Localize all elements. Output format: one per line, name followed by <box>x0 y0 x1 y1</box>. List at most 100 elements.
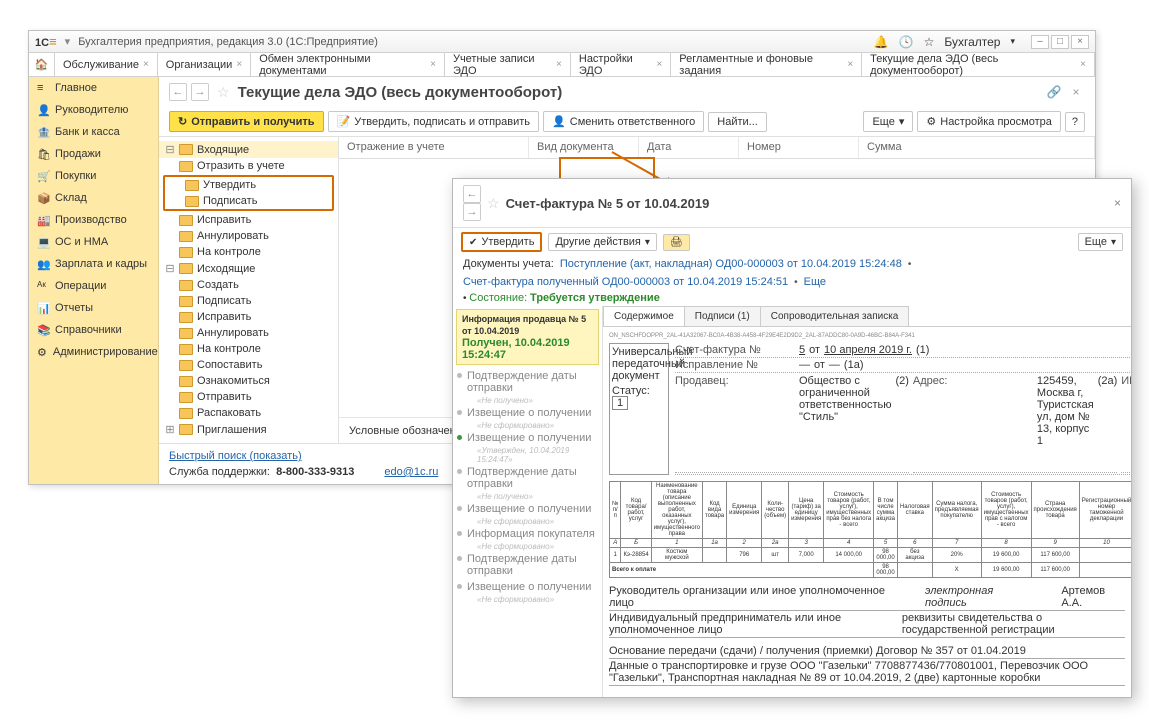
maximize-button[interactable]: □ <box>1051 35 1069 49</box>
sidebar-item[interactable]: 💻ОС и НМА <box>29 231 158 253</box>
sidebar-item[interactable]: AкОперации <box>29 275 158 297</box>
support-email[interactable]: edo@1c.ru <box>384 466 438 478</box>
tab-3[interactable]: Обмен электронными документами× <box>251 53 445 76</box>
approve-button[interactable]: ✔ Утвердить <box>461 232 542 252</box>
more-button[interactable]: Еще ▾ <box>863 111 913 132</box>
folder-icon <box>179 231 193 242</box>
grid-col[interactable]: Вид документа <box>529 137 639 158</box>
other-actions-button[interactable]: Другие действия ▾ <box>548 233 656 251</box>
help-button[interactable]: ? <box>1065 112 1085 132</box>
sidebar-item[interactable]: 🛒Покупки <box>29 165 158 187</box>
change-responsible-button[interactable]: 👤 Сменить ответственного <box>543 111 704 132</box>
doc-link-2[interactable]: Счет-фактура полученный ОД00-000003 от 1… <box>463 276 788 288</box>
view-settings-button[interactable]: ⚙ Настройка просмотра <box>917 111 1061 132</box>
tree-item[interactable]: Сопоставить <box>159 357 338 373</box>
tree-item[interactable]: Ознакомиться <box>159 373 338 389</box>
sidebar-item[interactable]: 📦Склад <box>29 187 158 209</box>
tree-outgoing[interactable]: ⊟Исходящие <box>159 260 338 277</box>
doc-tree-item[interactable]: Подтверждение даты отправки <box>453 551 602 579</box>
doc-tree-item[interactable]: Извещение о получении <box>453 579 602 595</box>
user-label[interactable]: Бухгалтер <box>944 35 1000 49</box>
doc-tree-item[interactable]: Подтверждение даты отправки <box>453 464 602 492</box>
tab-4[interactable]: Учетные записи ЭДО× <box>445 53 571 76</box>
doc-more-link[interactable]: Еще <box>804 276 826 288</box>
close-button[interactable]: × <box>1071 35 1089 49</box>
favorite-icon[interactable]: ☆ <box>487 195 500 212</box>
tree-item[interactable]: ⊞Приглашения <box>159 421 338 438</box>
find-button[interactable]: Найти... <box>708 112 767 132</box>
doc-tab-content[interactable]: Содержимое <box>603 306 685 326</box>
sidebar-item[interactable]: ⚙Администрирование <box>29 341 158 363</box>
back-button[interactable]: ← <box>169 83 187 101</box>
tab-7[interactable]: Текущие дела ЭДО (весь документооборот)× <box>862 53 1095 76</box>
doc-tab-note[interactable]: Сопроводительная записка <box>760 306 910 326</box>
sidebar: ≡Главное 👤Руководителю 🏦Банк и касса 🛍Пр… <box>29 77 159 484</box>
sidebar-item[interactable]: 📚Справочники <box>29 319 158 341</box>
print-button[interactable]: 🖨 <box>663 234 690 251</box>
minimize-button[interactable]: – <box>1031 35 1049 49</box>
doc-link-1[interactable]: Поступление (акт, накладная) ОД00-000003… <box>560 258 902 270</box>
doc-tree-item[interactable]: Извещение о получении <box>453 501 602 517</box>
close-icon[interactable]: × <box>1114 196 1121 210</box>
close-icon[interactable]: × <box>1080 59 1086 70</box>
doc-tab-signatures[interactable]: Подписи (1) <box>684 306 761 326</box>
sidebar-item[interactable]: 🛍Продажи <box>29 143 158 165</box>
tree-incoming[interactable]: ⊟Входящие <box>159 141 338 158</box>
approve-sign-send-button[interactable]: 📝 Утвердить, подписать и отправить <box>328 111 540 132</box>
tree-item-sign[interactable]: Подписать <box>165 193 332 209</box>
tree-item[interactable]: На контроле <box>159 244 338 260</box>
forward-button[interactable]: → <box>463 203 481 221</box>
tree-item[interactable]: Создать <box>159 277 338 293</box>
grid-col[interactable]: Отражение в учете <box>339 137 529 158</box>
back-button[interactable]: ← <box>463 185 481 203</box>
sidebar-item[interactable]: 🏦Банк и касса <box>29 121 158 143</box>
tab-1[interactable]: Обслуживание× <box>55 53 158 76</box>
tree-item[interactable]: Исправить <box>159 309 338 325</box>
home-tab[interactable]: 🏠 <box>29 53 55 76</box>
doc-tree-item[interactable]: Извещение о получении <box>453 430 602 446</box>
close-icon[interactable]: × <box>556 59 562 70</box>
favorite-icon[interactable]: ☆ <box>217 84 230 101</box>
sidebar-item[interactable]: 👤Руководителю <box>29 99 158 121</box>
grid-col[interactable]: Дата <box>639 137 739 158</box>
sidebar-item[interactable]: 👥Зарплата и кадры <box>29 253 158 275</box>
more-button[interactable]: Еще ▾ <box>1078 233 1123 251</box>
close-icon[interactable]: × <box>430 59 436 70</box>
close-icon[interactable]: × <box>143 59 149 70</box>
doc-tree-item[interactable]: Извещение о получении <box>453 405 602 421</box>
tree-item[interactable]: Подписать <box>159 293 338 309</box>
sidebar-item[interactable]: ≡Главное <box>29 77 158 99</box>
tree-item[interactable]: Распаковать <box>159 405 338 421</box>
tree-item[interactable]: На контроле <box>159 341 338 357</box>
tree-item-approve[interactable]: Утвердить <box>165 177 332 193</box>
tab-6[interactable]: Регламентные и фоновые задания× <box>671 53 862 76</box>
grid-col[interactable]: Сумма <box>859 137 1095 158</box>
tree-item[interactable]: Аннулировать <box>159 325 338 341</box>
menu-icon[interactable]: ▾ <box>65 35 71 48</box>
tree-item[interactable]: Исправить <box>159 212 338 228</box>
tree-item[interactable]: Отправить <box>159 389 338 405</box>
sidebar-item[interactable]: 🏭Производство <box>29 209 158 231</box>
send-receive-button[interactable]: ↻ Отправить и получить <box>169 111 324 132</box>
sidebar-item[interactable]: 📊Отчеты <box>29 297 158 319</box>
close-page-icon[interactable]: × <box>1067 83 1085 101</box>
close-icon[interactable]: × <box>656 59 662 70</box>
close-icon[interactable]: × <box>847 59 853 70</box>
folder-icon <box>179 328 193 339</box>
tab-5[interactable]: Настройки ЭДО× <box>571 53 671 76</box>
doc-view[interactable]: ON_NSCHFDOPPR_2AL-41A32067-BC0A-4B38-A45… <box>603 327 1131 697</box>
clock-icon[interactable]: 🕓 <box>899 35 914 49</box>
tree-item[interactable]: Отразить в учете <box>159 158 338 174</box>
close-icon[interactable]: × <box>236 59 242 70</box>
tab-2[interactable]: Организации× <box>158 53 251 76</box>
bell-icon[interactable]: 🔔 <box>874 35 889 49</box>
grid-col[interactable]: Номер <box>739 137 859 158</box>
star-icon[interactable]: ☆ <box>924 35 935 49</box>
user-dropdown-icon[interactable]: ▾ <box>1010 36 1015 47</box>
quick-search-link[interactable]: Быстрый поиск (показать) <box>169 450 302 462</box>
link-icon[interactable]: 🔗 <box>1045 83 1063 101</box>
forward-button[interactable]: → <box>191 83 209 101</box>
tree-item[interactable]: Аннулировать <box>159 228 338 244</box>
doc-tree-item[interactable]: Информация покупателя <box>453 526 602 542</box>
doc-tree-item[interactable]: Подтверждение даты отправки <box>453 368 602 396</box>
